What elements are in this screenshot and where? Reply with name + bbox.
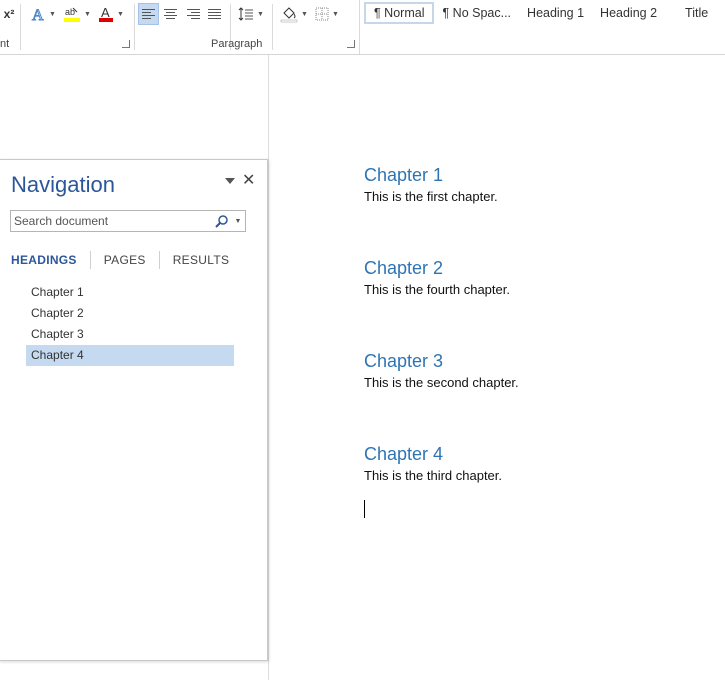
line-spacing-icon: [238, 7, 254, 21]
chapter-text: This is the first chapter.: [364, 189, 498, 204]
chapter-section: Chapter 2 This is the fourth chapter.: [364, 253, 704, 346]
chapter-section: Chapter 3 This is the second chapter.: [364, 346, 704, 439]
ribbon-separator: [359, 0, 360, 54]
shading-button[interactable]: ▼: [278, 2, 310, 26]
chevron-down-icon[interactable]: ▼: [231, 218, 245, 225]
chapter-section: Chapter 1 This is the first chapter.: [364, 160, 704, 253]
tab-separator: [89, 251, 91, 269]
style-heading-1[interactable]: Heading 1: [519, 2, 592, 24]
style-title[interactable]: Title: [665, 2, 716, 24]
chevron-down-icon: ▼: [84, 10, 91, 18]
text-cursor: [364, 500, 365, 518]
justify-button[interactable]: [204, 3, 225, 25]
chevron-down-icon: ▼: [257, 10, 264, 18]
document-body[interactable]: Chapter 1 This is the first chapter. Cha…: [364, 160, 704, 532]
styles-gallery: ¶ Normal ¶ No Spac... Heading 1 Heading …: [364, 0, 725, 26]
text-effects-button[interactable]: A ▼: [28, 2, 58, 26]
chevron-down-icon: ▼: [49, 10, 56, 18]
chevron-down-icon: ▼: [117, 10, 124, 18]
line-spacing-button[interactable]: ▼: [236, 2, 266, 26]
chapter-text: This is the third chapter.: [364, 468, 503, 483]
chapter-heading: Chapter 3: [364, 351, 444, 371]
text-effects-icon: A: [32, 7, 45, 23]
navigation-pane: Navigation ✕ ▼ HEADINGS PAGES RESULTS Ch…: [0, 159, 268, 661]
navigation-tabs: HEADINGS PAGES RESULTS: [11, 251, 229, 269]
style-heading-2[interactable]: Heading 2: [592, 2, 665, 24]
chapter-heading: Chapter 4: [364, 444, 444, 464]
chevron-down-icon: ▼: [332, 10, 339, 18]
tab-separator: [158, 251, 160, 269]
search-input[interactable]: [11, 213, 213, 229]
paragraph-group-label: Paragraph: [211, 38, 263, 50]
svg-text:A: A: [32, 7, 44, 22]
font-dialog-launcher[interactable]: [122, 40, 130, 48]
close-icon[interactable]: ✕: [242, 170, 255, 190]
chapter-text: This is the fourth chapter.: [364, 282, 510, 297]
headings-list: Chapter 1 Chapter 2 Chapter 3 Chapter 4: [26, 282, 234, 366]
chapter-heading: Chapter 1: [364, 165, 444, 185]
highlight-icon: ab: [64, 7, 81, 22]
superscript-button[interactable]: x²: [0, 2, 18, 26]
paint-bucket-icon: [280, 7, 298, 23]
ribbon: x² A ▼ ab ▼ A ▼ ▼ ▼ ▼ nt Paragraph ¶ Nor…: [0, 0, 725, 55]
highlight-color-button[interactable]: ab ▼: [62, 2, 92, 26]
svg-text:A: A: [101, 5, 110, 20]
font-color-button[interactable]: A ▼: [96, 2, 126, 26]
tab-headings[interactable]: HEADINGS: [11, 253, 77, 267]
navigation-title: Navigation: [11, 172, 115, 197]
chevron-down-icon: ▼: [301, 10, 308, 18]
align-left-button[interactable]: [138, 3, 159, 25]
font-group-label: nt: [0, 38, 10, 50]
heading-item-chapter-2[interactable]: Chapter 2: [26, 303, 234, 324]
search-icon[interactable]: [213, 212, 231, 230]
tab-pages[interactable]: PAGES: [104, 253, 146, 267]
ribbon-separator: [134, 4, 135, 50]
borders-icon: [315, 7, 329, 21]
chapter-text: This is the second chapter.: [364, 375, 519, 390]
superscript-label: x²: [3, 7, 15, 21]
align-right-button[interactable]: [182, 3, 203, 25]
borders-button[interactable]: ▼: [312, 2, 342, 26]
pane-options-icon[interactable]: [225, 178, 235, 184]
font-color-icon: A: [99, 5, 114, 22]
style-no-spacing[interactable]: ¶ No Spac...: [434, 2, 519, 24]
heading-item-chapter-4[interactable]: Chapter 4: [26, 345, 234, 366]
ribbon-separator: [20, 4, 21, 50]
heading-item-chapter-1[interactable]: Chapter 1: [26, 282, 234, 303]
style-normal[interactable]: ¶ Normal: [364, 2, 435, 24]
search-box: ▼: [10, 210, 246, 232]
chapter-section: Chapter 4 This is the third chapter.: [364, 439, 704, 532]
chapter-heading: Chapter 2: [364, 258, 444, 278]
tab-results[interactable]: RESULTS: [173, 253, 230, 267]
align-center-button[interactable]: [160, 3, 181, 25]
ribbon-separator: [272, 4, 273, 50]
paragraph-dialog-launcher[interactable]: [347, 40, 355, 48]
heading-item-chapter-3[interactable]: Chapter 3: [26, 324, 234, 345]
